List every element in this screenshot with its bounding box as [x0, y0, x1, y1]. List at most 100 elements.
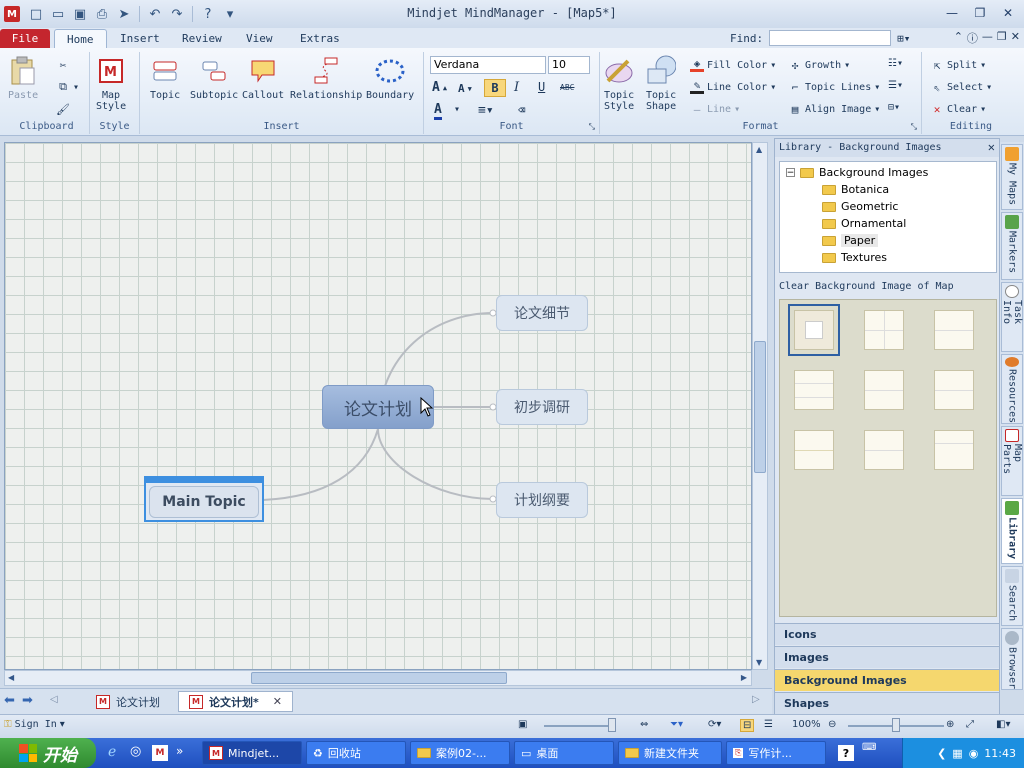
format-painter-button[interactable]: 🖌: [56, 102, 70, 116]
nav-back-icon[interactable]: ⬅: [4, 693, 15, 708]
scroll-up-icon[interactable]: ▲: [756, 145, 762, 154]
tab-home[interactable]: Home: [54, 29, 107, 48]
tree-folder-ornamental[interactable]: Ornamental: [822, 217, 906, 230]
save-icon[interactable]: ▣: [70, 4, 90, 24]
doc-restore-icon[interactable]: ❐: [997, 30, 1007, 46]
underline-button[interactable]: U: [538, 80, 545, 94]
bold-button[interactable]: B: [484, 79, 506, 97]
font-size-select[interactable]: 10: [548, 56, 590, 74]
subtopic-button[interactable]: Subtopic: [190, 56, 238, 101]
task-mindjet[interactable]: M Mindjet...: [202, 741, 302, 765]
side-tab-markers[interactable]: Markers: [1001, 212, 1023, 280]
library-category-shapes[interactable]: Shapes: [775, 692, 999, 714]
split-button[interactable]: ⇱ Split ▾: [930, 58, 986, 72]
task-writing-plan[interactable]: ⎘ 写作计...: [726, 741, 826, 765]
subtopic-3[interactable]: 计划纲要: [496, 482, 588, 518]
undo-icon[interactable]: ↶: [145, 4, 165, 24]
customize-qat-icon[interactable]: ▾: [220, 4, 240, 24]
tab-scroll-right-icon[interactable]: ▷: [752, 694, 760, 705]
relationship-button[interactable]: Relationship: [290, 56, 362, 101]
tab-insert[interactable]: Insert: [108, 29, 172, 48]
tree-root[interactable]: − Background Images: [786, 166, 928, 179]
outline-view-icon[interactable]: ☰: [764, 719, 773, 730]
bg-thumb-6[interactable]: [934, 370, 974, 410]
panel-toggle-icon[interactable]: ◧▾: [996, 719, 1010, 730]
select-button[interactable]: ⇖ Select ▾: [930, 80, 992, 94]
help-circle-icon[interactable]: ⓘ: [967, 30, 978, 46]
vertical-scrollbar[interactable]: ▲ ▼: [752, 142, 768, 670]
ie-icon[interactable]: ℯ: [108, 744, 116, 760]
volume-icon[interactable]: ◉: [969, 747, 979, 760]
bg-thumb-7[interactable]: [794, 430, 834, 470]
horizontal-scroll-thumb[interactable]: [251, 672, 507, 684]
tab-scroll-left-icon[interactable]: ◁: [50, 694, 58, 705]
align-image-button[interactable]: ▤ Align Image ▾: [788, 102, 881, 116]
help-icon[interactable]: ?: [198, 4, 218, 24]
fill-color-button[interactable]: ◈ Fill Color ▾: [690, 57, 776, 72]
numbering-icon[interactable]: ☷▾: [888, 58, 903, 69]
scroll-left-icon[interactable]: ◀: [8, 673, 14, 682]
cut-button[interactable]: ✂: [56, 58, 70, 72]
selected-topic-frame[interactable]: Main Topic: [144, 476, 264, 522]
task-recycle-bin[interactable]: ♻ 回收站: [306, 741, 406, 765]
balance-slider-track[interactable]: [544, 725, 614, 727]
task-case-folder[interactable]: 案例02-...: [410, 741, 510, 765]
send-icon[interactable]: ➤: [114, 4, 134, 24]
minimize-icon[interactable]: —: [940, 4, 964, 22]
clear-format-icon[interactable]: ⌫: [518, 103, 525, 117]
bg-thumb-5[interactable]: [864, 370, 904, 410]
topic-shape-button[interactable]: Topic Shape: [646, 55, 676, 112]
doc-tab-1[interactable]: M 论文计划: [86, 691, 170, 712]
map-canvas[interactable]: 论文计划 论文细节 初步调研 计划纲要 Main Topic: [4, 142, 752, 670]
bg-thumb-4[interactable]: [794, 370, 834, 410]
topic-button[interactable]: Topic: [150, 56, 180, 101]
tab-file[interactable]: File: [0, 29, 50, 48]
library-category-images[interactable]: Images: [775, 646, 999, 668]
side-tab-search[interactable]: Search: [1001, 566, 1023, 626]
print-icon[interactable]: ⎙: [92, 4, 112, 24]
collapse-icon[interactable]: −: [786, 168, 795, 178]
sign-in-button[interactable]: ⚿ Sign In ▾: [4, 719, 65, 730]
bg-thumb-1[interactable]: [788, 304, 840, 356]
network-icon[interactable]: ▦: [952, 747, 962, 760]
tree-folder-geometric[interactable]: Geometric: [822, 200, 898, 213]
shrink-font-icon[interactable]: A ▼: [458, 82, 472, 95]
tray-expand-icon[interactable]: ❮: [937, 747, 946, 760]
format-dialog-launcher-icon[interactable]: ⤡: [911, 122, 917, 132]
line-button[interactable]: ― Line ▾: [690, 102, 740, 116]
horizontal-scrollbar[interactable]: ◀ ▶: [4, 670, 752, 686]
growth-button[interactable]: ✣ Growth ▾: [788, 58, 850, 72]
tab-extras[interactable]: Extras: [288, 29, 352, 48]
zoom-in-icon[interactable]: ⊕: [946, 719, 954, 730]
close-panel-icon[interactable]: ✕: [988, 140, 995, 154]
map-style-button[interactable]: M Map Style: [96, 56, 126, 112]
library-category-background-images[interactable]: Background Images: [775, 669, 999, 691]
expand-icon[interactable]: ⇔: [640, 719, 648, 730]
central-topic[interactable]: 论文计划: [322, 385, 434, 429]
align-text-icon[interactable]: ≡▾: [478, 103, 494, 118]
help-tray-icon[interactable]: ?: [838, 745, 854, 761]
main-topic[interactable]: Main Topic: [149, 486, 259, 518]
open-folder-icon[interactable]: ▭: [48, 4, 68, 24]
clear-button[interactable]: ✕ Clear ▾: [930, 102, 986, 116]
paste-button[interactable]: Paste: [8, 56, 38, 101]
binoculars-icon[interactable]: ⊞▾: [897, 32, 910, 45]
vertical-scroll-thumb[interactable]: [754, 341, 766, 473]
grow-font-icon[interactable]: A ▲: [432, 80, 447, 95]
tab-view[interactable]: View: [234, 29, 285, 48]
new-file-icon[interactable]: □: [26, 4, 46, 24]
start-button[interactable]: 开始: [0, 738, 96, 768]
tab-review[interactable]: Review: [170, 29, 234, 48]
font-family-select[interactable]: Verdana: [430, 56, 546, 74]
topic-style-button[interactable]: Topic Style: [604, 56, 634, 112]
side-tab-resources[interactable]: Resources: [1001, 354, 1023, 424]
bg-thumb-3[interactable]: [934, 310, 974, 350]
zoom-slider-thumb[interactable]: [892, 718, 900, 732]
scroll-down-icon[interactable]: ▼: [756, 658, 762, 667]
font-color-icon[interactable]: A: [434, 102, 442, 120]
doc-close-icon[interactable]: ✕: [1011, 30, 1020, 46]
side-tab-task-info[interactable]: Task Info: [1001, 282, 1023, 352]
balance-slider-thumb[interactable]: [608, 718, 616, 732]
maximize-icon[interactable]: ❐: [968, 4, 992, 22]
language-tray-icon[interactable]: ⌨: [862, 742, 876, 753]
